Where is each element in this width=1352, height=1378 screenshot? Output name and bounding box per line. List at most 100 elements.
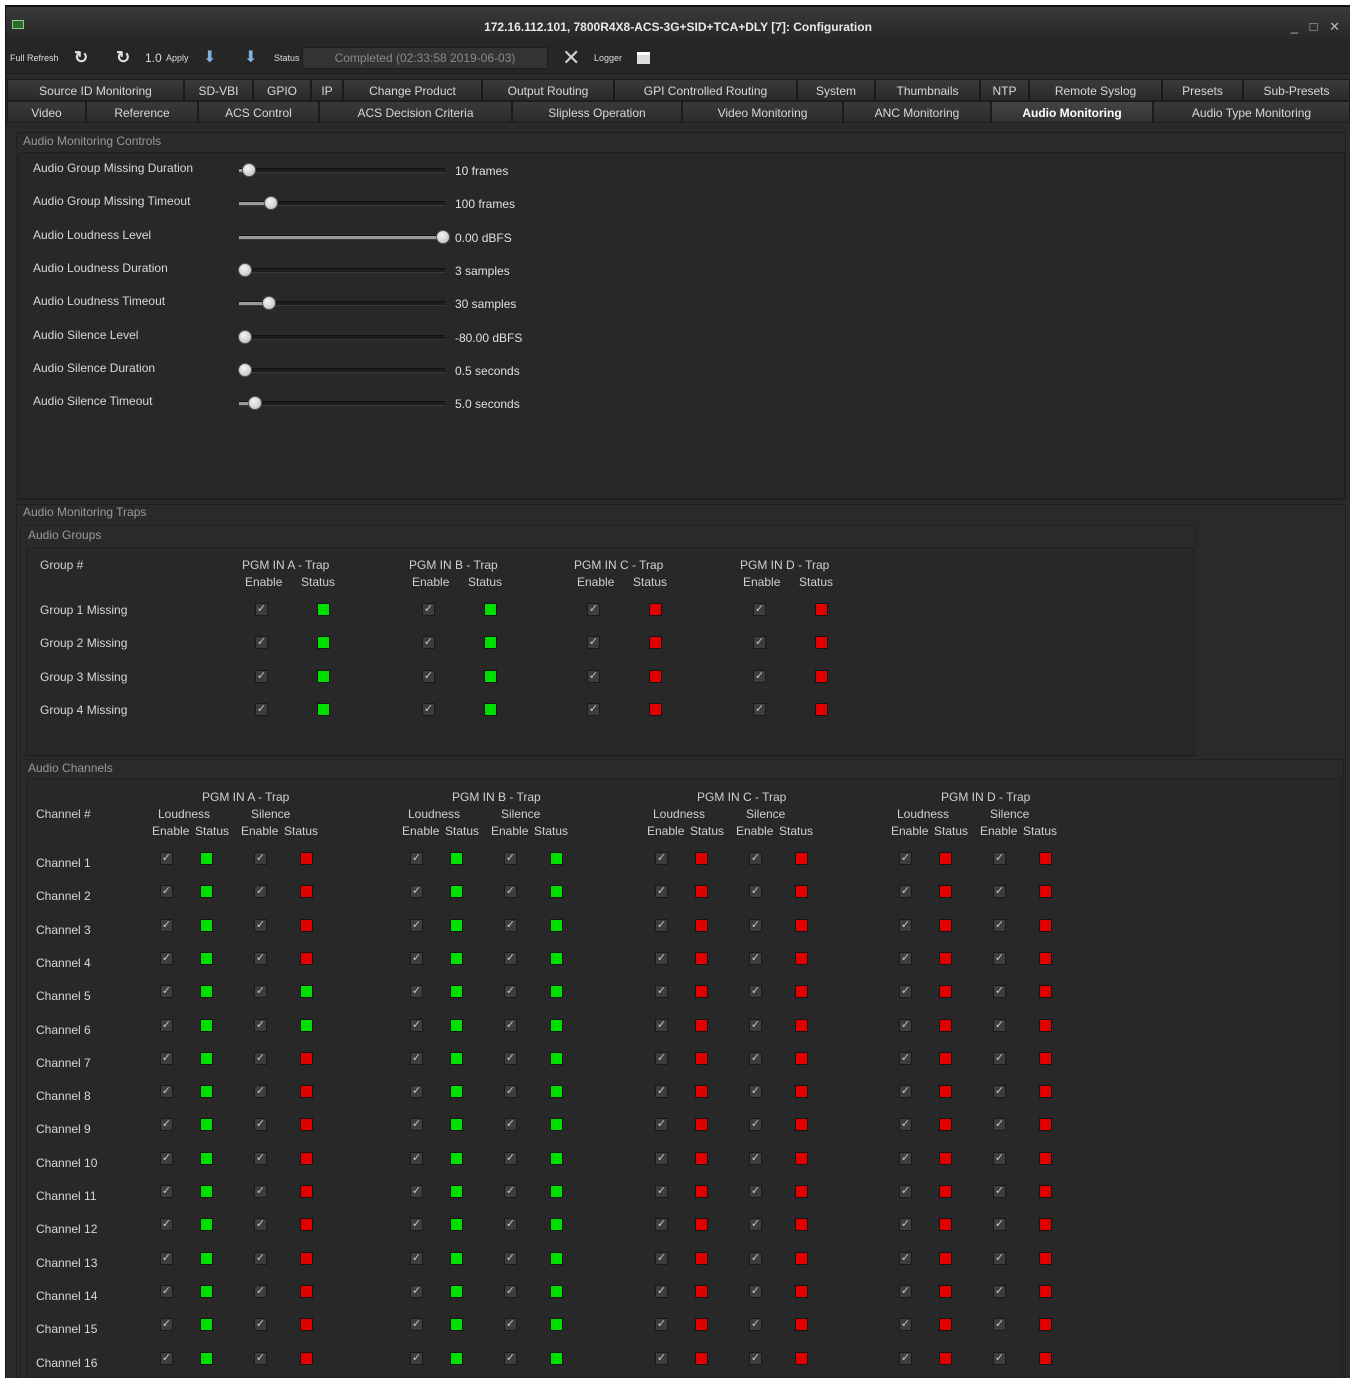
- tab-change-product[interactable]: Change Product: [343, 79, 482, 101]
- slider-knob[interactable]: [262, 296, 276, 311]
- enable-checkbox[interactable]: ✓: [587, 636, 600, 650]
- logger-icon[interactable]: [637, 52, 650, 64]
- enable-checkbox[interactable]: ✓: [587, 603, 600, 616]
- tab-acs-control[interactable]: ACS Control: [198, 101, 319, 123]
- window-controls[interactable]: _ □ ✕: [1291, 19, 1344, 35]
- enable-checkbox[interactable]: ✓: [160, 852, 173, 865]
- enable-checkbox[interactable]: ✓: [655, 1318, 668, 1332]
- enable-checkbox[interactable]: ✓: [254, 1018, 267, 1032]
- close-icon[interactable]: ✕: [562, 45, 580, 71]
- enable-checkbox[interactable]: ✓: [749, 951, 762, 965]
- enable-checkbox[interactable]: ✓: [899, 1185, 912, 1198]
- enable-checkbox[interactable]: ✓: [160, 1251, 173, 1265]
- enable-checkbox[interactable]: ✓: [655, 1051, 668, 1065]
- tab-video[interactable]: Video: [7, 101, 86, 123]
- enable-checkbox[interactable]: ✓: [504, 918, 517, 932]
- enable-checkbox[interactable]: ✓: [993, 951, 1006, 965]
- enable-checkbox[interactable]: ✓: [410, 1351, 423, 1365]
- enable-checkbox[interactable]: ✓: [655, 1085, 668, 1099]
- enable-checkbox[interactable]: ✓: [160, 1218, 173, 1232]
- enable-checkbox[interactable]: ✓: [504, 1185, 517, 1198]
- enable-checkbox[interactable]: ✓: [993, 885, 1006, 899]
- enable-checkbox[interactable]: ✓: [753, 603, 766, 616]
- enable-checkbox[interactable]: ✓: [254, 1218, 267, 1232]
- download-icon[interactable]: ⬇: [203, 42, 216, 74]
- tab-audio-monitoring[interactable]: Audio Monitoring: [991, 101, 1153, 123]
- enable-checkbox[interactable]: ✓: [749, 1185, 762, 1198]
- enable-checkbox[interactable]: ✓: [655, 985, 668, 999]
- enable-checkbox[interactable]: ✓: [410, 951, 423, 965]
- enable-checkbox[interactable]: ✓: [160, 1018, 173, 1032]
- enable-checkbox[interactable]: ✓: [655, 1251, 668, 1265]
- enable-checkbox[interactable]: ✓: [410, 1151, 423, 1165]
- enable-checkbox[interactable]: ✓: [753, 702, 766, 716]
- enable-checkbox[interactable]: ✓: [254, 1118, 267, 1132]
- tab-source-id-monitoring[interactable]: Source ID Monitoring: [7, 79, 184, 101]
- enable-checkbox[interactable]: ✓: [993, 985, 1006, 999]
- tab-thumbnails[interactable]: Thumbnails: [875, 79, 980, 101]
- enable-checkbox[interactable]: ✓: [504, 1151, 517, 1165]
- enable-checkbox[interactable]: ✓: [993, 1318, 1006, 1332]
- slider-knob[interactable]: [238, 362, 252, 377]
- enable-checkbox[interactable]: ✓: [993, 1284, 1006, 1298]
- enable-checkbox[interactable]: ✓: [410, 1218, 423, 1232]
- slider-knob[interactable]: [436, 229, 450, 244]
- enable-checkbox[interactable]: ✓: [993, 1185, 1006, 1198]
- enable-checkbox[interactable]: ✓: [899, 1151, 912, 1165]
- enable-checkbox[interactable]: ✓: [254, 885, 267, 899]
- enable-checkbox[interactable]: ✓: [504, 1218, 517, 1232]
- enable-checkbox[interactable]: ✓: [410, 1251, 423, 1265]
- slider-knob[interactable]: [248, 396, 262, 411]
- enable-checkbox[interactable]: ✓: [410, 1284, 423, 1298]
- slider-track[interactable]: [238, 329, 445, 344]
- enable-checkbox[interactable]: ✓: [504, 852, 517, 865]
- slider-knob[interactable]: [264, 196, 278, 211]
- enable-checkbox[interactable]: ✓: [899, 1218, 912, 1232]
- tab-system[interactable]: System: [797, 79, 875, 101]
- enable-checkbox[interactable]: ✓: [504, 1085, 517, 1099]
- enable-checkbox[interactable]: ✓: [160, 1185, 173, 1198]
- enable-checkbox[interactable]: ✓: [749, 1284, 762, 1298]
- enable-checkbox[interactable]: ✓: [749, 1118, 762, 1132]
- slider-track[interactable]: [238, 362, 445, 377]
- enable-checkbox[interactable]: ✓: [254, 918, 267, 932]
- enable-checkbox[interactable]: ✓: [254, 1085, 267, 1099]
- slider-track[interactable]: [239, 229, 450, 244]
- enable-checkbox[interactable]: ✓: [749, 852, 762, 865]
- apply-button[interactable]: Apply: [166, 42, 189, 74]
- enable-checkbox[interactable]: ✓: [160, 1085, 173, 1099]
- enable-checkbox[interactable]: ✓: [749, 1318, 762, 1332]
- enable-checkbox[interactable]: ✓: [160, 1151, 173, 1165]
- enable-checkbox[interactable]: ✓: [422, 603, 435, 616]
- enable-checkbox[interactable]: ✓: [160, 985, 173, 999]
- enable-checkbox[interactable]: ✓: [749, 1218, 762, 1232]
- enable-checkbox[interactable]: ✓: [410, 918, 423, 932]
- tab-remote-syslog[interactable]: Remote Syslog: [1029, 79, 1162, 101]
- enable-checkbox[interactable]: ✓: [504, 1018, 517, 1032]
- enable-checkbox[interactable]: ✓: [160, 1284, 173, 1298]
- tab-anc-monitoring[interactable]: ANC Monitoring: [843, 101, 991, 123]
- enable-checkbox[interactable]: ✓: [899, 885, 912, 899]
- tab-ntp[interactable]: NTP: [980, 79, 1029, 101]
- enable-checkbox[interactable]: ✓: [422, 669, 435, 683]
- tab-gpio[interactable]: GPIO: [253, 79, 311, 101]
- enable-checkbox[interactable]: ✓: [504, 1318, 517, 1332]
- enable-checkbox[interactable]: ✓: [160, 1051, 173, 1065]
- enable-checkbox[interactable]: ✓: [655, 1284, 668, 1298]
- enable-checkbox[interactable]: ✓: [504, 885, 517, 899]
- enable-checkbox[interactable]: ✓: [410, 1118, 423, 1132]
- enable-checkbox[interactable]: ✓: [254, 1251, 267, 1265]
- enable-checkbox[interactable]: ✓: [899, 1118, 912, 1132]
- enable-checkbox[interactable]: ✓: [160, 1351, 173, 1365]
- logger-button[interactable]: Logger: [594, 42, 622, 74]
- tab-sd-vbi[interactable]: SD-VBI: [184, 79, 253, 101]
- slider-track[interactable]: [238, 262, 445, 277]
- enable-checkbox[interactable]: ✓: [410, 1051, 423, 1065]
- enable-checkbox[interactable]: ✓: [160, 918, 173, 932]
- download-all-icon[interactable]: ⬇: [244, 42, 257, 74]
- enable-checkbox[interactable]: ✓: [993, 1118, 1006, 1132]
- enable-checkbox[interactable]: ✓: [749, 1018, 762, 1032]
- enable-checkbox[interactable]: ✓: [254, 985, 267, 999]
- sync-icon[interactable]: ↻: [116, 42, 130, 74]
- enable-checkbox[interactable]: ✓: [504, 1251, 517, 1265]
